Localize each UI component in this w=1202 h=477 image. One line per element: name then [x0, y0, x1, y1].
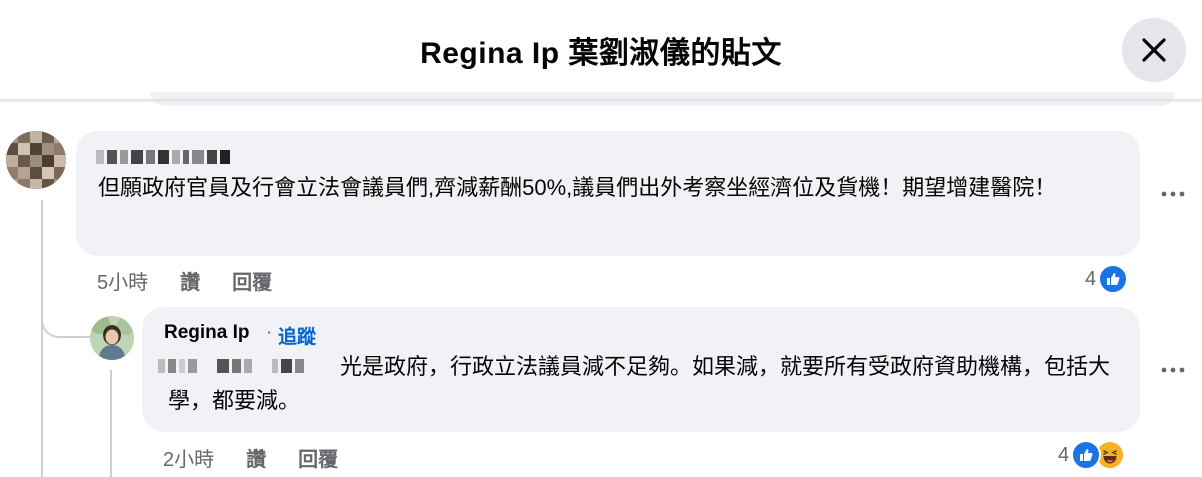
reaction-count: 4: [1085, 267, 1097, 290]
commenter-avatar[interactable]: [6, 131, 66, 189]
reply-author-avatar[interactable]: [90, 316, 134, 360]
reply-options-button[interactable]: [1155, 352, 1191, 388]
like-button[interactable]: 讚: [180, 266, 200, 295]
comment-actions: 5小時 讚 回覆: [97, 266, 304, 295]
post-dialog-header: Regina Ip 葉劉淑儀的貼文: [0, 0, 1202, 100]
reply-timestamp[interactable]: 2小時: [163, 443, 214, 472]
more-horizontal-icon: [1161, 367, 1185, 373]
reply-reply-button[interactable]: 回覆: [298, 443, 338, 472]
reply-reaction-count: 4: [1058, 443, 1070, 466]
close-button[interactable]: [1122, 18, 1186, 82]
comment-reactions[interactable]: 4: [1085, 264, 1129, 294]
like-reaction-icon: [1071, 440, 1102, 470]
dialog-title: Regina Ip 葉劉淑儀的貼文: [420, 37, 782, 70]
reply-reactions[interactable]: 4: [1058, 440, 1126, 470]
like-reaction-icon: [1098, 264, 1129, 294]
header-divider: [0, 99, 1202, 103]
thread-connector: [41, 298, 91, 338]
reply-author-name[interactable]: Regina Ip: [164, 322, 250, 344]
comment-options-button[interactable]: [1155, 176, 1191, 212]
more-horizontal-icon: [1161, 191, 1185, 197]
comment-text: 但願政府官員及行會立法會議員們,齊減薪酬50%,議員們出外考察坐經濟位及貨機！期…: [98, 175, 1057, 200]
reply-actions: 2小時 讚 回覆: [163, 443, 370, 472]
thread-line: [41, 200, 43, 477]
close-icon: [1142, 38, 1166, 62]
follow-button[interactable]: 追蹤: [278, 322, 316, 349]
reply-thread-line: [110, 370, 112, 477]
comment-timestamp[interactable]: 5小時: [97, 266, 148, 295]
reply-like-button[interactable]: 讚: [246, 443, 266, 472]
reply-text: 光是政府，行政立法議員減不足夠。如果減，就要所有受政府資助機構，包括大學，都要減…: [168, 354, 1111, 413]
commenter-name-redacted[interactable]: [96, 150, 230, 164]
reply-button[interactable]: 回覆: [232, 266, 272, 295]
author-separator: ·: [266, 322, 273, 343]
